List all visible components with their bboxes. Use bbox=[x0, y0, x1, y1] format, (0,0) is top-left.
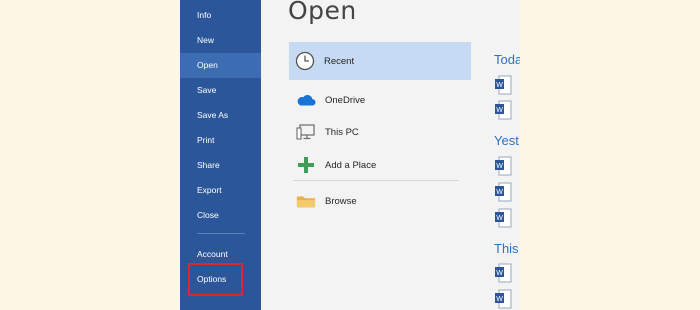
page-title: Open bbox=[288, 0, 357, 25]
location-recent[interactable]: Recent bbox=[289, 42, 471, 80]
nav-item-close[interactable]: Close bbox=[180, 203, 261, 228]
computer-icon bbox=[296, 122, 316, 142]
word-doc-icon[interactable]: W bbox=[494, 156, 512, 176]
svg-text:W: W bbox=[496, 82, 503, 89]
location-divider bbox=[293, 180, 459, 181]
nav-item-print[interactable]: Print bbox=[180, 128, 261, 153]
nav-item-save[interactable]: Save bbox=[180, 78, 261, 103]
word-doc-icon[interactable]: W bbox=[494, 208, 512, 228]
location-label: This PC bbox=[325, 126, 359, 138]
word-doc-icon[interactable]: W bbox=[494, 289, 512, 309]
nav-item-share[interactable]: Share bbox=[180, 153, 261, 178]
word-doc-icon[interactable]: W bbox=[494, 182, 512, 202]
folder-icon bbox=[296, 191, 316, 211]
svg-text:W: W bbox=[496, 107, 503, 114]
word-doc-icon[interactable]: W bbox=[494, 100, 512, 120]
word-doc-icon[interactable]: W bbox=[494, 75, 512, 95]
word-doc-icon[interactable]: W bbox=[494, 263, 512, 283]
open-pane: Open Recent OneDrive This PC Add a Place bbox=[261, 0, 520, 310]
nav-item-save-as[interactable]: Save As bbox=[180, 103, 261, 128]
location-add-a-place[interactable]: Add a Place bbox=[290, 146, 470, 184]
location-label: OneDrive bbox=[325, 94, 366, 106]
location-label: Recent bbox=[324, 55, 355, 67]
location-label: Add a Place bbox=[325, 159, 377, 171]
recent-group-this-week: This bbox=[494, 241, 519, 256]
plus-icon bbox=[296, 155, 316, 175]
nav-item-open[interactable]: Open bbox=[180, 53, 261, 78]
recent-group-today: Toda bbox=[494, 52, 520, 67]
recent-group-yesterday: Yest bbox=[494, 133, 519, 148]
svg-text:W: W bbox=[496, 215, 503, 222]
svg-text:W: W bbox=[496, 163, 503, 170]
svg-text:W: W bbox=[496, 270, 503, 277]
nav-item-info[interactable]: Info bbox=[180, 3, 261, 28]
nav-item-new[interactable]: New bbox=[180, 28, 261, 53]
backstage-sidebar: Info New Open Save Save As Print Share E… bbox=[180, 0, 261, 310]
nav-item-export[interactable]: Export bbox=[180, 178, 261, 203]
cloud-icon bbox=[296, 90, 316, 110]
options-highlight-box bbox=[188, 263, 243, 296]
clock-icon bbox=[295, 51, 315, 71]
word-backstage-window: Info New Open Save Save As Print Share E… bbox=[180, 0, 520, 310]
location-label: Browse bbox=[325, 195, 357, 207]
svg-text:W: W bbox=[496, 296, 503, 303]
location-browse[interactable]: Browse bbox=[290, 182, 470, 220]
sidebar-divider bbox=[197, 233, 245, 234]
svg-text:W: W bbox=[496, 189, 503, 196]
